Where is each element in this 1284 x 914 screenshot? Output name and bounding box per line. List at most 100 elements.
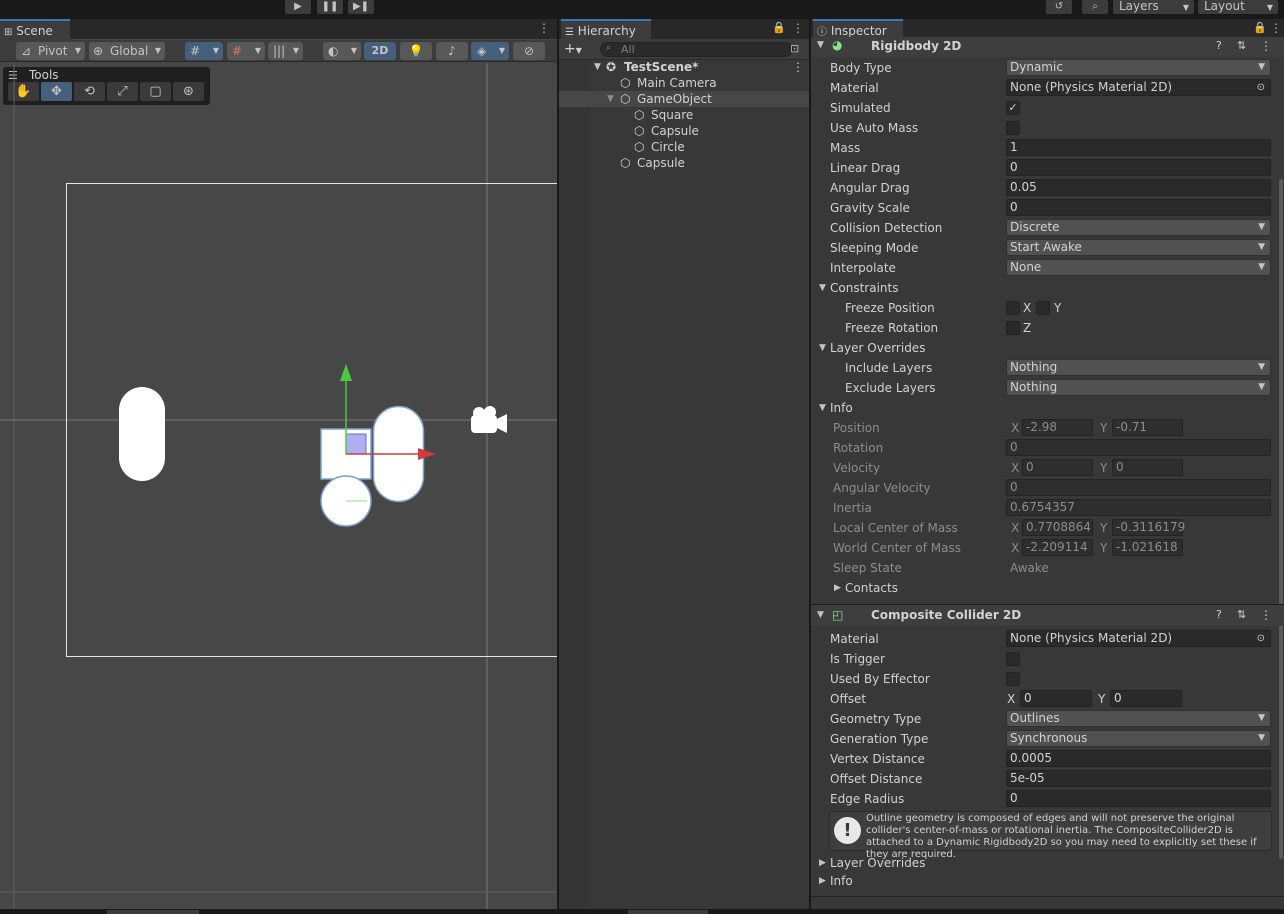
kebab-menu-icon[interactable]: ⋮ <box>1270 21 1282 35</box>
is-trigger-checkbox[interactable] <box>1006 652 1020 666</box>
create-button[interactable]: +▼ <box>564 41 592 57</box>
layout-dropdown[interactable]: Layout ▼ <box>1198 0 1278 14</box>
offset-x-field[interactable]: 0 <box>1020 690 1092 707</box>
composite-collider2d-header[interactable]: ▼ ◰ Composite Collider 2D ? ⇅ ⋮ <box>811 604 1284 626</box>
presets-icon[interactable]: ⇅ <box>1237 608 1246 621</box>
object-picker-icon[interactable]: ⊙ <box>1257 80 1265 95</box>
mass-field[interactable]: 1 <box>1006 139 1271 156</box>
grid-snap-button[interactable]: # ▼ <box>185 42 223 60</box>
x-label: X <box>1011 461 1020 475</box>
rigidbody2d-header[interactable]: ▼ ◕ Rigidbody 2D ? ⇅ ⋮ <box>811 37 1284 57</box>
layer-overrides-foldout[interactable]: Layer Overrides <box>830 340 925 356</box>
move-gizmo-x-arrow[interactable] <box>418 448 436 460</box>
help-icon[interactable]: ? <box>1216 608 1222 621</box>
info-foldout[interactable]: Info <box>830 400 853 416</box>
fold-closed-icon[interactable]: ▶ <box>834 583 841 593</box>
hierarchy-item-square[interactable]: ⬡ Square <box>559 107 809 123</box>
use-auto-mass-checkbox[interactable] <box>1006 121 1020 135</box>
camera-gizmo-icon[interactable] <box>471 406 507 433</box>
inspector-scrollbar[interactable] <box>1279 179 1283 859</box>
presets-icon[interactable]: ⇅ <box>1237 39 1246 52</box>
scene-viewport[interactable] <box>0 63 557 909</box>
bottom-tab[interactable] <box>628 910 708 914</box>
gravity-scale-field[interactable]: 0 <box>1006 199 1271 216</box>
play-button[interactable]: ▶ <box>285 0 311 14</box>
hierarchy-item-capsule[interactable]: ⬡ Capsule <box>559 123 809 139</box>
hierarchy-item-capsule-root[interactable]: ⬡ Capsule <box>559 155 809 171</box>
edge-radius-field[interactable]: 0 <box>1006 790 1271 807</box>
fold-open-icon[interactable]: ▼ <box>817 610 824 620</box>
step-button[interactable]: ▶❚ <box>348 0 374 14</box>
fold-closed-icon[interactable]: ▶ <box>819 858 826 868</box>
composite-material-field[interactable]: None (Physics Material 2D) ⊙ <box>1006 630 1271 647</box>
hidden-objects-button[interactable]: ⊘ <box>513 42 545 60</box>
fold-open-icon[interactable]: ▼ <box>817 40 824 50</box>
mode-2d-button[interactable]: 2D <box>364 42 396 60</box>
kebab-menu-icon[interactable]: ⋮ <box>1260 608 1272 622</box>
freeze-position-x-checkbox[interactable] <box>1006 301 1020 315</box>
search-button[interactable]: ⌕ <box>1082 0 1108 14</box>
vertex-distance-field[interactable]: 0.0005 <box>1006 750 1271 767</box>
bottom-tab[interactable] <box>107 910 199 914</box>
layers-dropdown[interactable]: Layers ▼ <box>1113 0 1194 14</box>
constraints-foldout[interactable]: Constraints <box>830 280 898 296</box>
kebab-menu-icon[interactable]: ⋮ <box>1260 39 1272 53</box>
search-filter-icon[interactable]: ⊡ <box>790 42 799 55</box>
fold-open-icon[interactable]: ▼ <box>819 343 826 353</box>
fold-closed-icon[interactable]: ▶ <box>819 876 826 886</box>
hierarchy-search-input[interactable]: ⌕ All <box>600 42 793 57</box>
tab-hierarchy[interactable]: ☰ Hierarchy <box>561 19 651 40</box>
fold-open-icon[interactable]: ▼ <box>819 283 826 293</box>
tab-scene[interactable]: ⊞ Scene <box>0 19 70 40</box>
interpolate-dropdown[interactable]: None ▼ <box>1006 259 1271 276</box>
help-icon[interactable]: ? <box>1216 39 1222 52</box>
collision-detection-dropdown[interactable]: Discrete ▼ <box>1006 219 1271 236</box>
move-gizmo-plane[interactable] <box>345 433 367 455</box>
x-label: X <box>1011 521 1020 535</box>
hierarchy-item-circle[interactable]: ⬡ Circle <box>559 139 809 155</box>
freeze-rotation-z-checkbox[interactable] <box>1006 321 1020 335</box>
geometry-type-dropdown[interactable]: Outlines ▼ <box>1006 710 1271 727</box>
composite-info-foldout[interactable]: Info <box>830 873 853 889</box>
global-dropdown[interactable]: ⊕ Global ▼ <box>89 42 165 60</box>
fold-open-icon[interactable]: ▼ <box>607 91 614 107</box>
hierarchy-item-main-camera[interactable]: ⬡ Main Camera <box>559 75 809 91</box>
contacts-foldout[interactable]: Contacts <box>845 580 898 596</box>
kebab-menu-icon[interactable]: ⋮ <box>792 59 804 75</box>
kebab-menu-icon[interactable]: ⋮ <box>538 21 550 35</box>
lock-icon[interactable]: 🔒 <box>1253 21 1267 34</box>
object-picker-icon[interactable]: ⊙ <box>1257 631 1265 646</box>
simulated-checkbox[interactable]: ✓ <box>1006 101 1020 115</box>
hierarchy-item-testscene[interactable]: ▼ ✪ TestScene* ⋮ <box>559 59 809 75</box>
move-gizmo-y-arrow[interactable] <box>340 364 352 381</box>
material-field[interactable]: None (Physics Material 2D) ⊙ <box>1006 79 1271 96</box>
body-type-dropdown[interactable]: Dynamic ▼ <box>1006 59 1271 76</box>
generation-type-dropdown[interactable]: Synchronous ▼ <box>1006 730 1271 747</box>
capsule-sprite[interactable] <box>119 387 165 481</box>
effects-button[interactable]: ◈ ▼ <box>471 42 509 60</box>
grid-visibility-button[interactable]: ||| ▼ <box>268 42 303 60</box>
offset-distance-field[interactable]: 5e-05 <box>1006 770 1271 787</box>
exclude-layers-dropdown[interactable]: Nothing ▼ <box>1006 379 1271 396</box>
used-by-effector-checkbox[interactable] <box>1006 672 1020 686</box>
pivot-dropdown[interactable]: ⊿ Pivot ▼ <box>16 42 85 60</box>
pause-button[interactable]: ❚❚ <box>317 0 343 14</box>
draw-mode-button[interactable]: ◐ ▼ <box>323 42 361 60</box>
hierarchy-item-gameobject[interactable]: ▼ ⬡ GameObject <box>559 91 809 107</box>
kebab-menu-icon[interactable]: ⋮ <box>792 21 804 35</box>
composite-layer-overrides-foldout[interactable]: Layer Overrides <box>830 855 925 871</box>
angular-drag-field[interactable]: 0.05 <box>1006 179 1271 196</box>
history-button[interactable]: ↺ <box>1046 0 1072 14</box>
fold-open-icon[interactable]: ▼ <box>594 59 601 75</box>
chevron-down-icon: ▼ <box>1258 382 1265 392</box>
snap-increment-button[interactable]: # ▼ <box>227 42 265 60</box>
offset-y-field[interactable]: 0 <box>1110 690 1182 707</box>
lighting-button[interactable]: 💡 <box>400 42 432 60</box>
fold-open-icon[interactable]: ▼ <box>819 403 826 413</box>
audio-button[interactable]: ♪ <box>436 42 468 60</box>
lock-icon[interactable]: 🔒 <box>772 21 786 34</box>
freeze-position-y-checkbox[interactable] <box>1036 301 1050 315</box>
include-layers-dropdown[interactable]: Nothing ▼ <box>1006 359 1271 376</box>
linear-drag-field[interactable]: 0 <box>1006 159 1271 176</box>
sleeping-mode-dropdown[interactable]: Start Awake ▼ <box>1006 239 1271 256</box>
